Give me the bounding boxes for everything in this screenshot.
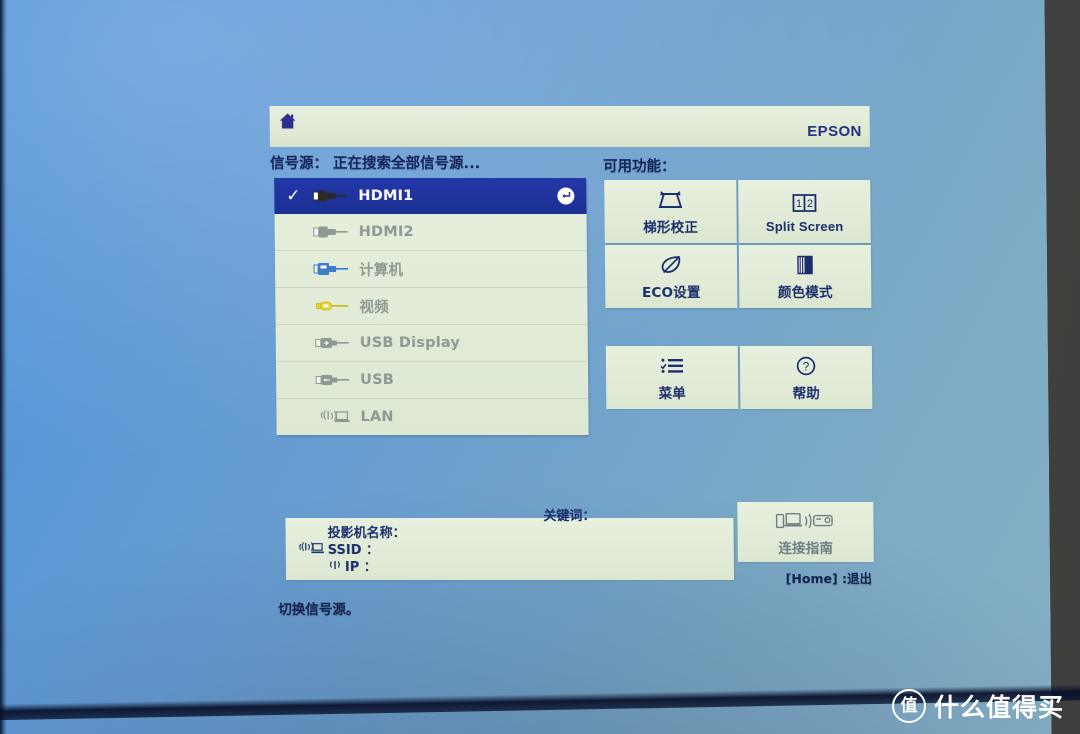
home-icon xyxy=(278,111,298,131)
source-label: USB xyxy=(360,371,395,388)
function-button-eco[interactable]: ECO设置 xyxy=(604,245,738,309)
vga-computer-plug-icon xyxy=(307,258,359,280)
projector-photo: EPSON 信号源： 正在搜索全部信号源... 可用功能： ✓ HDMI1 HD… xyxy=(0,0,1080,734)
function-grid-primary: 梯形校正 1 2 Split Screen ECO设置 颜色模式 xyxy=(604,180,872,309)
connection-guide-button[interactable]: 连接指南 xyxy=(737,501,874,562)
info-row-ip: IP ： xyxy=(328,559,409,576)
svg-text:2: 2 xyxy=(807,198,813,210)
color-mode-icon xyxy=(790,252,820,278)
source-item-video[interactable]: 视频 xyxy=(275,288,588,326)
info-row-ssid: SSID ： xyxy=(328,542,409,559)
function-grid-secondary: 菜单 ? 帮助 xyxy=(605,346,873,409)
source-item-usb-display[interactable]: USB Display xyxy=(275,325,588,363)
hdmi-plug-icon xyxy=(307,221,359,243)
source-list[interactable]: ✓ HDMI1 HDMI2 计算机 视频 USB Display USB LAN xyxy=(274,178,589,435)
usb-plug-icon xyxy=(308,332,360,354)
osd-header-underline xyxy=(269,136,870,148)
info-rows: 投影机名称： SSID ： IP ： xyxy=(328,525,410,576)
source-item-lan[interactable]: LAN xyxy=(276,399,588,435)
keystone-icon xyxy=(655,187,685,213)
info-row-projector-name: 投影机名称： xyxy=(328,525,409,542)
devices-connection-icon xyxy=(774,507,836,533)
functions-caption: 可用功能： xyxy=(603,159,676,176)
function-label: 颜色模式 xyxy=(777,285,833,302)
keyword-label: 关键词： xyxy=(543,508,596,524)
wifi-antenna-icon xyxy=(328,559,342,576)
source-label: HDMI1 xyxy=(358,188,414,205)
source-label: 计算机 xyxy=(358,262,404,279)
info-label: 投影机名称： xyxy=(327,525,406,541)
watermark-text: 什么值得买 xyxy=(933,693,1064,722)
source-item-computer[interactable]: 计算机 xyxy=(274,251,588,289)
split-screen-icon: 1 2 xyxy=(789,190,819,216)
function-label: 梯形校正 xyxy=(643,220,699,237)
source-label: HDMI2 xyxy=(358,224,414,241)
usb-plug-icon xyxy=(308,369,360,391)
function-button-help[interactable]: ? 帮助 xyxy=(739,346,873,409)
epson-home-screen-osd: EPSON 信号源： 正在搜索全部信号源... 可用功能： ✓ HDMI1 HD… xyxy=(269,106,874,626)
status-hint-line: 切换信号源。 xyxy=(278,601,360,618)
enter-return-icon[interactable] xyxy=(557,187,575,205)
lan-wireless-laptop-icon xyxy=(308,406,360,428)
help-question-icon: ? xyxy=(791,353,821,379)
watermark-badge-icon: 值 xyxy=(891,689,926,723)
svg-text:?: ? xyxy=(803,360,810,374)
function-button-keystone[interactable]: 梯形校正 xyxy=(604,180,737,244)
checkmark-icon: ✓ xyxy=(286,185,301,206)
function-label: Split Screen xyxy=(765,218,844,234)
osd-header-bar: EPSON xyxy=(269,106,870,140)
watermark: 值 什么值得买 xyxy=(891,688,1064,724)
info-label: SSID ： xyxy=(327,542,380,558)
source-label: USB Display xyxy=(359,335,461,352)
source-caption: 信号源： 正在搜索全部信号源... xyxy=(269,156,481,173)
function-button-color-mode[interactable]: 颜色模式 xyxy=(738,245,872,309)
projector-wireless-icon xyxy=(296,540,324,562)
source-label: 视频 xyxy=(359,299,389,316)
exit-hint: [Home] :退出 xyxy=(785,570,873,586)
connection-guide-label: 连接指南 xyxy=(778,540,834,557)
source-item-hdmi1[interactable]: ✓ HDMI1 xyxy=(274,178,587,215)
eco-leaf-icon xyxy=(656,252,686,278)
svg-text:1: 1 xyxy=(796,198,802,210)
function-button-split-screen[interactable]: 1 2 Split Screen xyxy=(738,180,871,244)
function-button-menu[interactable]: 菜单 xyxy=(605,346,739,409)
projector-info-panel: 投影机名称： SSID ： IP ： 关键词： xyxy=(285,509,735,580)
function-label: ECO设置 xyxy=(641,285,701,302)
source-item-usb[interactable]: USB xyxy=(275,362,589,399)
source-label: LAN xyxy=(360,408,394,425)
source-item-hdmi2[interactable]: HDMI2 xyxy=(274,214,587,252)
check-slot: ✓ xyxy=(280,185,306,206)
composite-video-plug-icon xyxy=(307,295,359,317)
function-label: 菜单 xyxy=(658,385,687,402)
function-label: 帮助 xyxy=(792,385,821,402)
hdmi-plug-icon xyxy=(306,185,358,207)
info-label: IP ： xyxy=(344,559,377,575)
menu-list-icon xyxy=(657,353,687,379)
